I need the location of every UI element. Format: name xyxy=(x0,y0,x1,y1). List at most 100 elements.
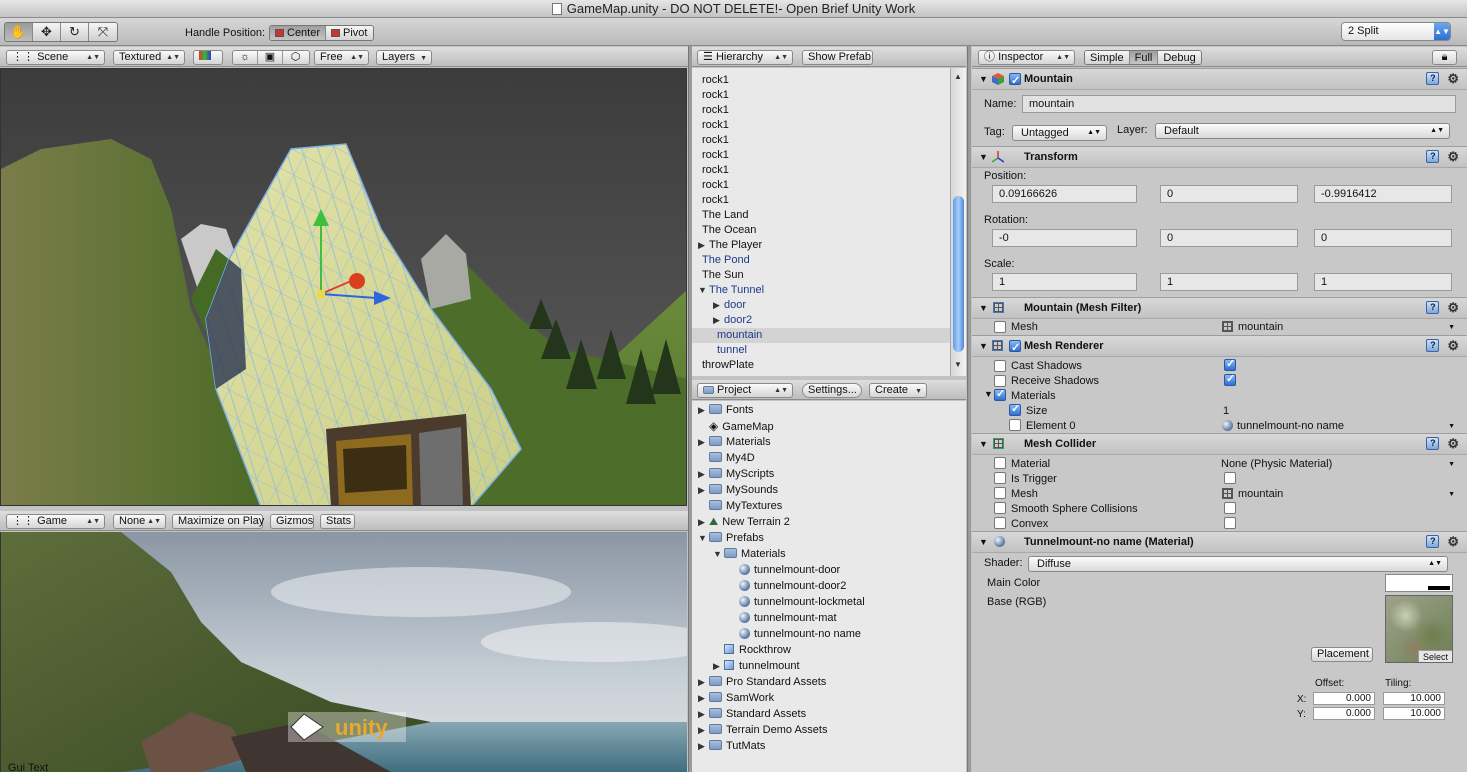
hierarchy-item[interactable]: ▶ The Player xyxy=(692,238,950,253)
project-item[interactable]: ▶ Materials xyxy=(692,434,966,450)
project-item[interactable]: My4D xyxy=(692,450,966,466)
scale-y-field[interactable]: 1 xyxy=(1160,273,1298,291)
mode-simple-button[interactable]: Simple xyxy=(1085,51,1130,64)
gear-icon[interactable]: ⚙ xyxy=(1447,535,1459,548)
dropdown-arrow-icon[interactable]: ▼ xyxy=(1448,423,1455,430)
rotate-tool-button[interactable]: ↻ xyxy=(61,23,89,41)
element0-field[interactable]: tunnelmount-no name xyxy=(1222,420,1344,432)
mesh-checkbox[interactable] xyxy=(994,321,1006,333)
size-value[interactable]: 1 xyxy=(1223,405,1229,417)
dropdown-arrow-icon[interactable]: ▼ xyxy=(1448,491,1455,498)
maximize-on-play-button[interactable]: Maximize on Play xyxy=(172,514,264,529)
scroll-up-icon[interactable]: ▲ xyxy=(954,72,962,81)
help-icon[interactable]: ? xyxy=(1426,301,1440,314)
hierarchy-item[interactable]: rock1 xyxy=(692,163,950,178)
base-texture-slot[interactable]: Select xyxy=(1385,595,1453,663)
position-x-field[interactable]: 0.09166626 xyxy=(992,185,1137,203)
project-item[interactable]: ▶ tunnelmount xyxy=(692,658,966,674)
project-tab[interactable]: Project ▲▼ xyxy=(697,383,793,398)
name-input[interactable]: mountain xyxy=(1022,95,1456,113)
hierarchy-item[interactable]: The Ocean xyxy=(692,223,950,238)
project-item[interactable]: ▶ MySounds xyxy=(692,482,966,498)
is-trigger-checkbox[interactable] xyxy=(1224,472,1236,484)
hierarchy-item[interactable]: The Sun xyxy=(692,268,950,283)
layer-dropdown[interactable]: Default ▲▼ xyxy=(1155,123,1450,139)
smooth-sphere-checkbox[interactable] xyxy=(1224,502,1236,514)
gear-icon[interactable]: ⚙ xyxy=(1447,437,1459,450)
mesh-renderer-enabled-checkbox[interactable] xyxy=(1009,338,1021,358)
expanded-triangle-icon[interactable]: ▼ xyxy=(698,283,709,298)
collapsed-triangle-icon[interactable]: ▶ xyxy=(698,690,709,706)
offset-x-field[interactable]: 0.000 xyxy=(1313,692,1375,705)
hierarchy-item[interactable]: rock1 xyxy=(692,178,950,193)
project-item[interactable]: ▼ Prefabs xyxy=(692,530,966,546)
stats-button[interactable]: Stats xyxy=(320,514,355,529)
project-item[interactable]: tunnelmount-lockmetal xyxy=(692,594,966,610)
gear-icon[interactable]: ⚙ xyxy=(1447,339,1459,352)
collapsed-triangle-icon[interactable]: ▶ xyxy=(698,434,709,450)
cast-shadows-row-checkbox[interactable] xyxy=(994,360,1006,372)
collapsed-triangle-icon[interactable]: ▶ xyxy=(698,238,709,253)
shader-dropdown[interactable]: Diffuse ▲▼ xyxy=(1028,556,1448,572)
cast-shadows-checkbox[interactable] xyxy=(1224,357,1236,371)
project-item[interactable]: ▼ Materials xyxy=(692,546,966,562)
project-item[interactable]: ▶ Fonts xyxy=(692,402,966,418)
project-item[interactable]: tunnelmount-door xyxy=(692,562,966,578)
expanded-triangle-icon[interactable]: ▼ xyxy=(698,530,709,546)
collapse-triangle-icon[interactable]: ▼ xyxy=(979,147,988,167)
collider-mesh-field[interactable]: mountain xyxy=(1222,488,1283,500)
project-item[interactable]: ▶ MyScripts xyxy=(692,466,966,482)
layout-select[interactable]: 2 Split ▲▼ xyxy=(1341,22,1451,41)
position-y-field[interactable]: 0 xyxy=(1160,185,1298,203)
hierarchy-item[interactable]: ▶ door xyxy=(692,298,950,313)
scale-z-field[interactable]: 1 xyxy=(1314,273,1452,291)
lock-button[interactable]: 🔒︎ xyxy=(1432,50,1457,65)
rotation-y-field[interactable]: 0 xyxy=(1160,229,1298,247)
project-item[interactable]: tunnelmount-no name xyxy=(692,626,966,642)
gizmos-button[interactable]: Gizmos xyxy=(270,514,314,529)
is-trigger-row-checkbox[interactable] xyxy=(994,472,1006,484)
hierarchy-item[interactable]: ▶ door2 xyxy=(692,313,950,328)
handle-center-button[interactable]: Center xyxy=(270,26,327,40)
project-item[interactable]: ▶ Terrain Demo Assets xyxy=(692,722,966,738)
position-z-field[interactable]: -0.9916412 xyxy=(1314,185,1452,203)
lighting-icon[interactable]: ☼ xyxy=(233,51,258,64)
collapsed-triangle-icon[interactable]: ▶ xyxy=(713,313,724,328)
hierarchy-item[interactable]: rock1 xyxy=(692,193,950,208)
collapsed-triangle-icon[interactable]: ▶ xyxy=(698,466,709,482)
collapsed-triangle-icon[interactable]: ▶ xyxy=(698,674,709,690)
hierarchy-item[interactable]: throwPlate xyxy=(692,358,950,373)
project-item[interactable]: tunnelmount-door2 xyxy=(692,578,966,594)
projection-dropdown[interactable]: Free ▲▼ xyxy=(314,50,369,65)
hierarchy-tab[interactable]: ☰ Hierarchy ▲▼ xyxy=(697,50,793,65)
collapsed-triangle-icon[interactable]: ▶ xyxy=(713,658,724,674)
size-checkbox[interactable] xyxy=(1009,402,1021,416)
mode-debug-button[interactable]: Debug xyxy=(1158,51,1201,64)
project-item[interactable]: MyTextures xyxy=(692,498,966,514)
materials-expander-icon[interactable]: ▼ xyxy=(984,389,993,399)
hierarchy-item[interactable]: rock1 xyxy=(692,148,950,163)
convex-checkbox[interactable] xyxy=(1224,517,1236,529)
collider-material-field[interactable]: None (Physic Material) xyxy=(1221,458,1332,470)
rotation-z-field[interactable]: 0 xyxy=(1314,229,1452,247)
collapsed-triangle-icon[interactable]: ▶ xyxy=(698,706,709,722)
expanded-triangle-icon[interactable]: ▼ xyxy=(713,546,724,562)
scroll-down-icon[interactable]: ▼ xyxy=(954,360,962,369)
game-viewport[interactable]: unity Gui Text xyxy=(0,532,687,772)
materials-checkbox[interactable] xyxy=(994,387,1006,401)
scale-tool-button[interactable]: ⤧ xyxy=(89,23,117,41)
receive-shadows-row-checkbox[interactable] xyxy=(994,375,1006,387)
main-color-swatch[interactable] xyxy=(1385,574,1453,592)
material-row-checkbox[interactable] xyxy=(994,457,1006,469)
handle-pivot-button[interactable]: Pivot xyxy=(326,26,373,40)
smooth-sphere-row-checkbox[interactable] xyxy=(994,502,1006,514)
help-icon[interactable]: ? xyxy=(1426,72,1440,85)
mesh-field[interactable]: mountain xyxy=(1222,321,1283,333)
inspector-tab[interactable]: ⓘ Inspector ▲▼ xyxy=(978,50,1075,65)
collider-mesh-row-checkbox[interactable] xyxy=(994,487,1006,499)
project-item[interactable]: Rockthrow xyxy=(692,642,966,658)
dropdown-arrow-icon[interactable]: ▼ xyxy=(1448,324,1455,331)
scale-x-field[interactable]: 1 xyxy=(992,273,1137,291)
collapsed-triangle-icon[interactable]: ▶ xyxy=(698,514,709,530)
move-tool-button[interactable]: ✥ xyxy=(33,23,61,41)
